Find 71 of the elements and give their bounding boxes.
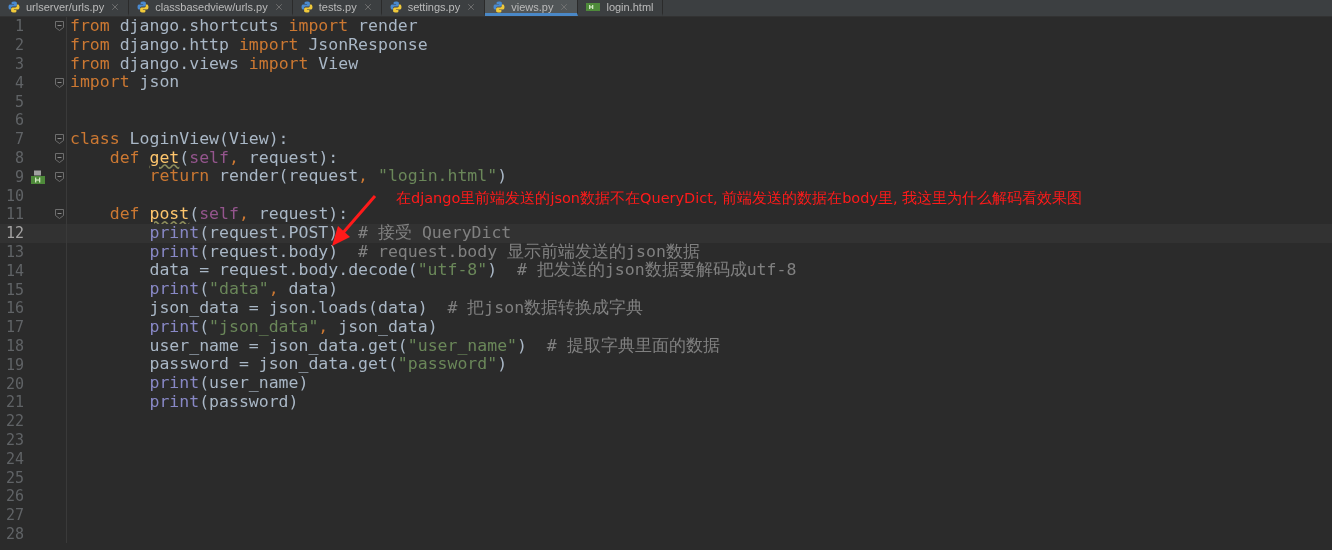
line-number: 3 bbox=[13, 55, 24, 73]
line-number: 18 bbox=[4, 336, 24, 355]
python-icon bbox=[8, 0, 20, 13]
line-number: 16 bbox=[4, 299, 24, 318]
line-number: 5 bbox=[13, 92, 24, 111]
tab-label: settings.py bbox=[407, 0, 461, 13]
line-number: 26 bbox=[4, 487, 24, 506]
code-line: print(request.POST) # 接受 QueryDict bbox=[148, 223, 512, 243]
line-number: 8 bbox=[13, 148, 24, 167]
line-number: 6 bbox=[13, 111, 24, 130]
close-icon[interactable] bbox=[273, 1, 284, 12]
template-marker-icon[interactable] bbox=[31, 169, 45, 184]
code-line: def post(self, request): bbox=[108, 204, 349, 224]
line-number: 19 bbox=[4, 355, 24, 374]
code-line: password = json_data.get("password") bbox=[148, 355, 508, 375]
code-line: print("data", data) bbox=[148, 280, 339, 299]
close-icon[interactable] bbox=[110, 1, 121, 12]
tab-label: urlserver/urls.py bbox=[26, 0, 105, 13]
code-line: import json bbox=[69, 73, 180, 93]
line-number: 1 bbox=[13, 17, 24, 36]
code-line: return render(request, "login.html") bbox=[148, 167, 508, 187]
line-number: 11 bbox=[4, 205, 24, 224]
line-number: 13 bbox=[4, 242, 24, 261]
html-file-icon bbox=[586, 2, 601, 11]
line-number: 10 bbox=[4, 186, 24, 205]
close-icon[interactable] bbox=[362, 1, 373, 12]
editor-tab[interactable]: views.py bbox=[485, 0, 579, 16]
code-line: data = request.body.decode("utf-8") # 把发送的json数据要解码成utf-8 bbox=[148, 261, 797, 281]
code-line: user_name = json_data.get("user_name") # 提取字典里面的数据 bbox=[148, 336, 720, 356]
tab-label: tests.py bbox=[318, 0, 357, 13]
tab-label: login.html bbox=[606, 0, 654, 13]
line-number: 4 bbox=[13, 73, 24, 92]
line-number: 23 bbox=[4, 430, 24, 449]
code-line: json_data = json.loads(data) # 把json数据转换成字典 bbox=[148, 298, 644, 318]
python-icon bbox=[389, 0, 402, 13]
python-icon bbox=[137, 0, 150, 13]
fold-marker-icon[interactable] bbox=[54, 21, 64, 32]
line-number: 27 bbox=[4, 506, 24, 525]
code-line: from django.views import View bbox=[69, 54, 359, 74]
line-number: 28 bbox=[4, 524, 24, 543]
python-icon bbox=[300, 0, 313, 13]
annotation-text: 在django里前端发送的json数据不在QueryDict, 前端发送的数据在body里, 我这里为什么解码看效果图 bbox=[396, 189, 1083, 208]
line-number: 22 bbox=[4, 412, 24, 431]
line-number: 17 bbox=[4, 318, 24, 337]
code-line: print(password) bbox=[148, 392, 299, 412]
fold-marker-icon[interactable] bbox=[54, 77, 64, 88]
fold-marker-icon[interactable] bbox=[54, 152, 64, 163]
line-number: 20 bbox=[4, 374, 24, 393]
code-line: from django.shortcuts import render bbox=[69, 17, 418, 36]
line-number: 2 bbox=[13, 36, 24, 55]
code-line: def get(self, request): bbox=[108, 148, 339, 168]
close-icon[interactable] bbox=[466, 1, 477, 12]
tab-label: views.py bbox=[511, 0, 554, 13]
line-number: 14 bbox=[4, 261, 24, 280]
line-number: 25 bbox=[4, 468, 24, 487]
line-number: 15 bbox=[4, 280, 24, 299]
code-line: print(user_name) bbox=[148, 374, 309, 393]
code-line: from django.http import JsonResponse bbox=[69, 35, 428, 55]
fold-marker-icon[interactable] bbox=[54, 209, 64, 220]
line-number: 24 bbox=[4, 449, 24, 468]
fold-marker-icon[interactable] bbox=[54, 134, 64, 145]
code-line: class LoginView(View): bbox=[69, 129, 289, 149]
fold-marker-icon[interactable] bbox=[54, 171, 64, 182]
python-icon bbox=[493, 0, 506, 13]
code-line: print(request.body) # request.body 显示前端发送的json数据 bbox=[148, 242, 700, 262]
line-number: 7 bbox=[13, 130, 24, 149]
tab-label: classbasedview/urls.py bbox=[155, 0, 268, 13]
line-number: 12 bbox=[4, 224, 24, 243]
line-number: 21 bbox=[4, 393, 24, 412]
line-number: 9 bbox=[13, 167, 24, 186]
code-line: print("json_data", json_data) bbox=[148, 317, 438, 337]
